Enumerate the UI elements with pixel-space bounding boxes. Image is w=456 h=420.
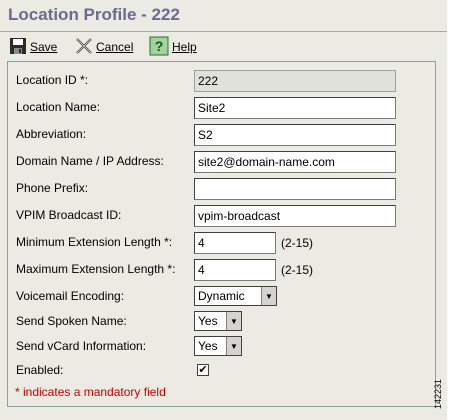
- phone-prefix-row: Phone Prefix:: [16, 178, 88, 198]
- abbreviation-row: Abbreviation:: [16, 124, 86, 144]
- enabled-row: Enabled:: [16, 360, 63, 380]
- min-extension-row: Minimum Extension Length *:: [16, 232, 172, 252]
- help-label: Help: [172, 40, 197, 54]
- vpim-broadcast-input[interactable]: [194, 205, 396, 227]
- dropdown-arrow-icon: ▼: [226, 337, 241, 355]
- toolbar: Save Cancel ? Help: [0, 36, 447, 58]
- cancel-label: Cancel: [96, 40, 134, 54]
- enabled-checkbox[interactable]: ✔: [197, 364, 209, 376]
- send-vcard-row: Send vCard Information:: [16, 336, 146, 356]
- abbreviation-label: Abbreviation:: [16, 127, 87, 141]
- max-extension-row: Maximum Extension Length *:: [16, 259, 175, 279]
- domain-label: Domain Name / IP Address:: [16, 154, 164, 168]
- figure-id: 142231: [433, 378, 443, 409]
- save-label: Save: [30, 40, 58, 54]
- min-extension-range: (2-15): [281, 236, 314, 250]
- max-extension-label: Maximum Extension Length *:: [16, 262, 176, 276]
- phone-prefix-input[interactable]: [194, 178, 396, 200]
- location-id-row: Location ID *:: [16, 70, 88, 90]
- abbreviation-input[interactable]: [194, 124, 396, 146]
- dropdown-arrow-icon: ▼: [261, 287, 276, 305]
- location-name-label: Location Name:: [16, 100, 101, 114]
- send-vcard-value: Yes: [198, 339, 218, 353]
- send-vcard-select[interactable]: Yes ▼: [194, 336, 242, 356]
- phone-prefix-label: Phone Prefix:: [16, 181, 89, 195]
- max-extension-input[interactable]: [194, 259, 276, 281]
- location-id-label: Location ID *:: [16, 73, 89, 87]
- send-spoken-name-value: Yes: [198, 314, 218, 328]
- send-vcard-label: Send vCard Information:: [16, 339, 147, 353]
- send-spoken-name-select[interactable]: Yes ▼: [194, 311, 242, 331]
- voicemail-encoding-select[interactable]: Dynamic ▼: [194, 286, 277, 306]
- svg-text:?: ?: [155, 38, 164, 54]
- domain-row: Domain Name / IP Address:: [16, 151, 164, 171]
- page-title: Location Profile - 222: [8, 5, 180, 24]
- help-question-icon: ?: [149, 36, 169, 59]
- min-extension-label: Minimum Extension Length *:: [16, 235, 173, 249]
- vpim-broadcast-row: VPIM Broadcast ID:: [16, 205, 121, 225]
- send-spoken-name-row: Send Spoken Name:: [16, 311, 127, 331]
- dropdown-arrow-icon: ▼: [226, 312, 241, 330]
- vpim-broadcast-label: VPIM Broadcast ID:: [16, 208, 122, 222]
- max-extension-range: (2-15): [281, 263, 314, 277]
- floppy-disk-icon: [9, 37, 27, 58]
- cancel-x-icon: [75, 37, 93, 58]
- save-button[interactable]: Save: [9, 36, 57, 58]
- title-divider: [0, 31, 447, 32]
- domain-input[interactable]: [194, 151, 396, 173]
- location-name-input[interactable]: [194, 97, 396, 119]
- voicemail-encoding-row: Voicemail Encoding:: [16, 286, 124, 306]
- send-spoken-name-label: Send Spoken Name:: [16, 314, 127, 328]
- voicemail-encoding-value: Dynamic: [198, 289, 245, 303]
- help-button[interactable]: ? Help: [149, 36, 197, 58]
- min-extension-input[interactable]: [194, 232, 276, 254]
- checkmark-icon: ✔: [198, 363, 208, 376]
- location-name-row: Location Name:: [16, 97, 100, 117]
- cancel-button[interactable]: Cancel: [75, 36, 133, 58]
- mandatory-field-note: * indicates a mandatory field: [15, 385, 166, 399]
- voicemail-encoding-label: Voicemail Encoding:: [16, 289, 125, 303]
- location-id-field: [194, 70, 396, 92]
- enabled-label: Enabled:: [16, 363, 64, 377]
- location-form-panel: Location ID *: Location Name: Abbreviati…: [7, 61, 436, 407]
